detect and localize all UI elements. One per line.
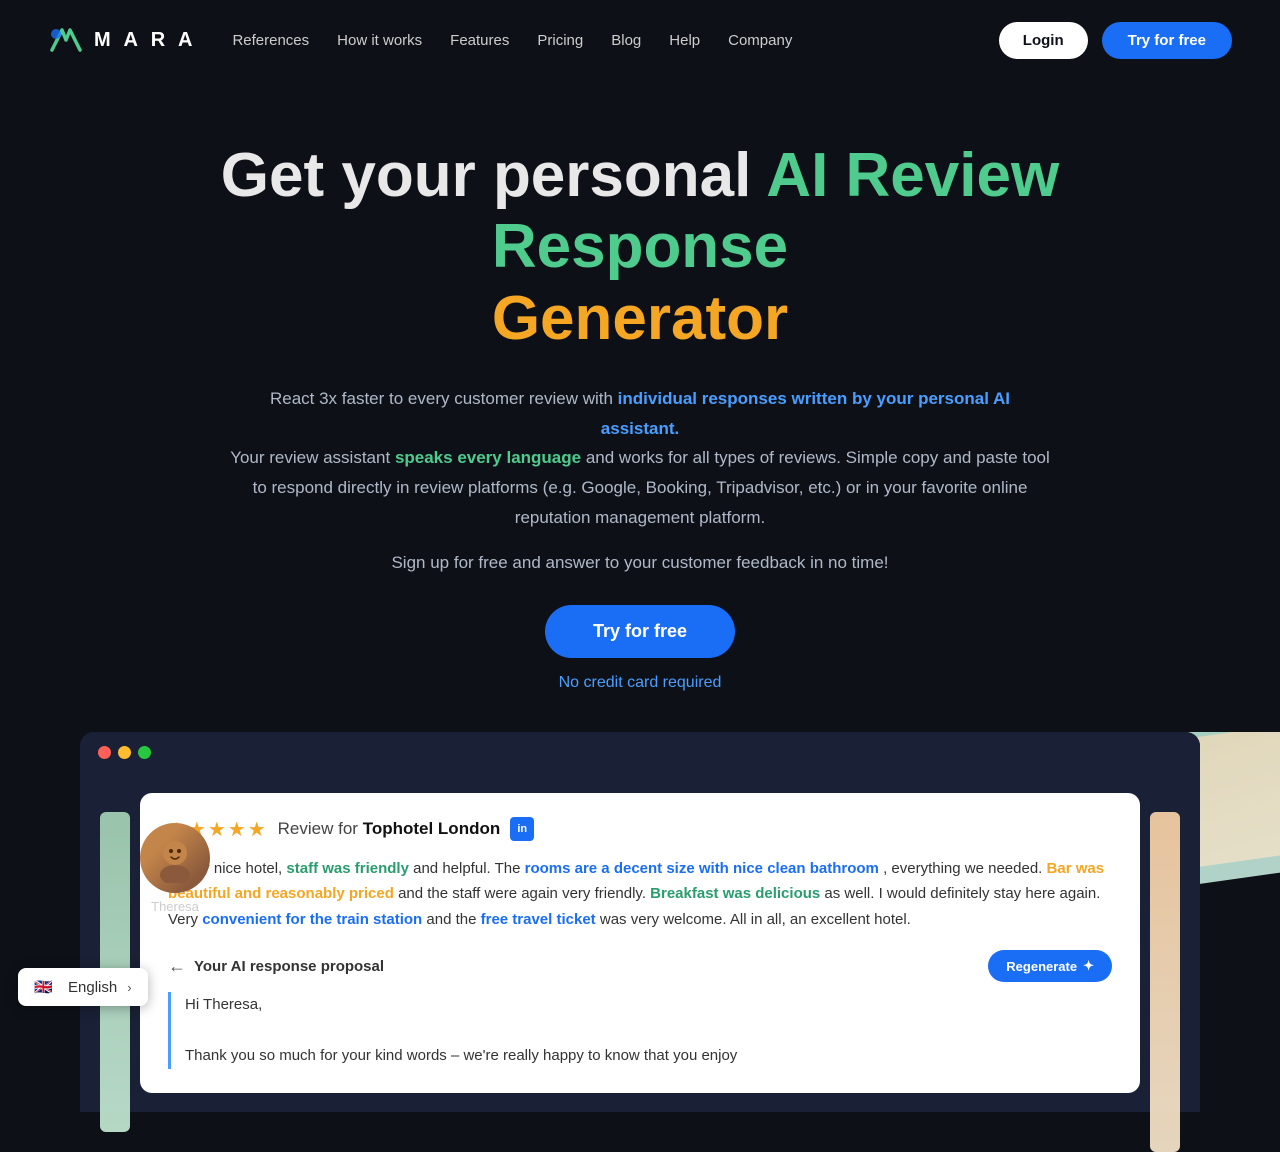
nav-link-blog[interactable]: Blog [611, 32, 641, 49]
hero-section: Get your personal AI Review Response Gen… [90, 80, 1190, 692]
hotel-name: Tophotel London [363, 819, 501, 838]
nav-links: References How it works Features Pricing… [232, 32, 792, 49]
hero-sub1-link: individual responses written by your per… [601, 389, 1010, 438]
side-accent-right [1150, 812, 1180, 1152]
window-dot-red [98, 746, 111, 759]
hero-signup-text: Sign up for free and answer to your cust… [170, 553, 1110, 573]
ai-response-header: ← Your AI response proposal Regenerate ✦ [168, 950, 1112, 982]
nav-right: Login Try for free [999, 22, 1232, 59]
review-hl1: staff was friendly [286, 860, 409, 877]
hero-title: Get your personal AI Review Response Gen… [170, 140, 1110, 354]
navbar: M A R A References How it works Features… [0, 0, 1280, 80]
nav-link-features[interactable]: Features [450, 32, 509, 49]
ai-response-line2: Thank you so much for your kind words – … [185, 1043, 1112, 1069]
review-text-2: and helpful. The [413, 860, 520, 877]
logo[interactable]: M A R A [48, 22, 196, 58]
sparkle-icon: ✦ [1083, 958, 1094, 974]
login-button[interactable]: Login [999, 22, 1088, 59]
language-label: English [68, 979, 117, 996]
avatar [140, 823, 210, 893]
try-free-hero-button[interactable]: Try for free [545, 605, 735, 658]
hero-sub-1: React 3x faster to every customer review… [230, 384, 1050, 533]
arrow-left-icon: ← [168, 956, 186, 977]
hero-sub2-link: speaks every language [395, 448, 581, 467]
logo-text: M A R A [94, 29, 196, 52]
nav-link-how-it-works[interactable]: How it works [337, 32, 422, 49]
language-selector[interactable]: 🇬🇧 English › [18, 968, 148, 1006]
review-text-3: , everything we needed. [883, 860, 1042, 877]
nav-link-pricing[interactable]: Pricing [537, 32, 583, 49]
review-text-7: was very welcome. All in all, an excelle… [600, 911, 911, 928]
nav-link-references[interactable]: References [232, 32, 309, 49]
review-text-4: and the staff were again very friendly. [398, 885, 646, 902]
review-header: ★★★★★ Review for Tophotel London in [168, 817, 1112, 842]
hero-sub2-plain1: Your review assistant [230, 448, 390, 467]
nav-left: M A R A References How it works Features… [48, 22, 792, 58]
review-for-label: Review for Tophotel London [278, 819, 501, 839]
window-titlebar [80, 732, 1200, 773]
nav-link-company[interactable]: Company [728, 32, 792, 49]
review-hl2: rooms are a decent size with nice clean … [525, 860, 879, 877]
ai-response-text: Hi Theresa, Thank you so much for your k… [168, 992, 1112, 1069]
no-credit-text: No credit card required [559, 674, 722, 691]
chevron-right-icon: › [127, 980, 131, 995]
flag-icon: 🇬🇧 [34, 978, 58, 996]
window-dot-yellow [118, 746, 131, 759]
ai-response-line1: Hi Theresa, [185, 992, 1112, 1018]
avatar-image [150, 833, 200, 883]
review-body: Really nice hotel, staff was friendly an… [168, 856, 1112, 933]
nav-link-help[interactable]: Help [669, 32, 700, 49]
review-wrapper: Theresa ★★★★★ Review for Tophotel London… [80, 773, 1200, 1093]
demo-section: Theresa ★★★★★ Review for Tophotel London… [0, 732, 1280, 1112]
hotel-badge-icon: in [510, 817, 534, 841]
review-hl5: convenient for the train station [202, 911, 422, 928]
ai-label-text: Your AI response proposal [194, 958, 384, 975]
review-hl6: free travel ticket [481, 911, 596, 928]
ai-response-label: ← Your AI response proposal [168, 956, 384, 977]
app-window: Theresa ★★★★★ Review for Tophotel London… [80, 732, 1200, 1112]
hero-title-plain: Get your personal [221, 141, 752, 210]
logo-icon [48, 22, 84, 58]
try-free-nav-button[interactable]: Try for free [1102, 22, 1232, 59]
review-for-text: Review for [278, 819, 358, 838]
window-dot-green-btn [138, 746, 151, 759]
review-hl4: Breakfast was delicious [650, 885, 820, 902]
hero-title-highlight-orange: Generator [492, 284, 788, 353]
review-card: ★★★★★ Review for Tophotel London in Real… [140, 793, 1140, 1093]
hero-sub1-plain: React 3x faster to every customer review… [270, 389, 613, 408]
avatar-container: Theresa [140, 823, 210, 914]
regenerate-button[interactable]: Regenerate ✦ [988, 950, 1112, 982]
review-text-6: and the [426, 911, 476, 928]
regenerate-label: Regenerate [1006, 959, 1077, 974]
avatar-name: Theresa [151, 899, 199, 914]
